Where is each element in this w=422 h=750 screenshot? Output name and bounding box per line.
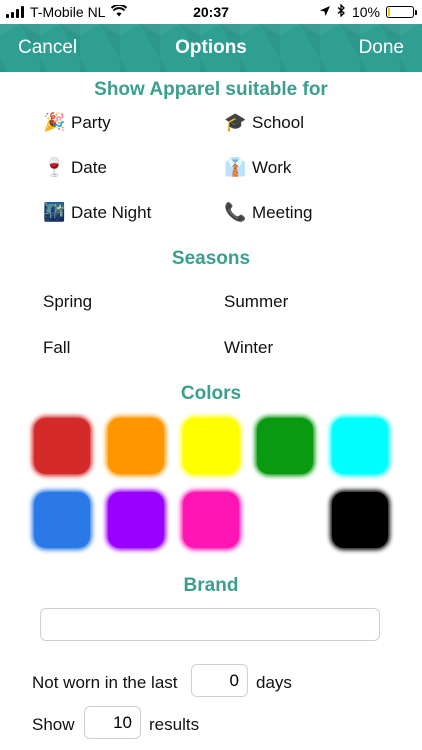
done-button[interactable]: Done — [359, 37, 404, 59]
occasion-option-date[interactable]: 🍷 Date — [43, 157, 107, 178]
brand-title: Brand — [183, 575, 239, 596]
color-swatch-purple[interactable] — [108, 492, 164, 548]
nav-bar: Cancel Options Done — [0, 24, 422, 72]
season-option-winter[interactable]: Winter — [224, 338, 273, 358]
battery-level-fill — [388, 8, 390, 16]
wine-glass-icon: 🍷 — [43, 157, 66, 178]
colors-title: Colors — [180, 383, 242, 404]
color-swatch-white[interactable] — [257, 492, 313, 548]
occasion-label: Date Night — [71, 202, 152, 222]
color-swatch-yellow[interactable] — [183, 418, 239, 474]
color-swatch-green[interactable] — [257, 418, 313, 474]
necktie-shirt-icon: 👔 — [224, 157, 247, 178]
occasion-option-date-night[interactable]: 🌃 Date Night — [43, 202, 151, 223]
color-swatch-red[interactable] — [34, 418, 90, 474]
results-count-input[interactable] — [84, 706, 141, 739]
color-swatch-cyan[interactable] — [332, 418, 388, 474]
occasion-option-school[interactable]: 🎓 School — [224, 112, 304, 133]
location-arrow-icon — [319, 4, 331, 20]
color-swatch-orange[interactable] — [108, 418, 164, 474]
occasion-option-work[interactable]: 👔 Work — [224, 157, 291, 178]
bluetooth-icon — [337, 3, 346, 20]
occasion-label: Date — [71, 157, 107, 177]
results-label: results — [149, 715, 200, 734]
season-option-fall[interactable]: Fall — [43, 338, 70, 358]
occasions-title: Show Apparel suitable for — [94, 79, 328, 100]
battery-percent: 10% — [351, 4, 380, 20]
brand-input[interactable] — [40, 608, 380, 641]
not-worn-label: Not worn in the last — [32, 673, 178, 692]
night-city-icon: 🌃 — [43, 202, 66, 223]
battery-icon — [386, 6, 417, 18]
cancel-button[interactable]: Cancel — [18, 37, 77, 59]
graduation-cap-icon: 🎓 — [224, 112, 247, 133]
occasion-option-party[interactable]: 🎉 Party — [43, 112, 111, 133]
color-swatch-magenta[interactable] — [183, 492, 239, 548]
not-worn-days-input[interactable] — [191, 664, 248, 697]
status-right: 10% — [319, 3, 417, 20]
show-label: Show — [32, 715, 75, 734]
days-label: days — [256, 673, 292, 692]
season-option-summer[interactable]: Summer — [224, 292, 288, 312]
seasons-title: Seasons — [171, 248, 251, 269]
color-swatch-black[interactable] — [332, 492, 388, 548]
telephone-icon: 📞 — [224, 202, 247, 223]
occasion-label: School — [252, 112, 304, 132]
occasion-label: Meeting — [252, 202, 313, 222]
status-bar: T-Mobile NL 20:37 10% — [0, 0, 422, 24]
color-swatch-blue[interactable] — [34, 492, 90, 548]
season-option-spring[interactable]: Spring — [43, 292, 92, 312]
occasion-option-meeting[interactable]: 📞 Meeting — [224, 202, 312, 223]
party-popper-icon: 🎉 — [43, 112, 66, 133]
occasion-label: Work — [252, 157, 292, 177]
occasion-label: Party — [71, 112, 111, 132]
